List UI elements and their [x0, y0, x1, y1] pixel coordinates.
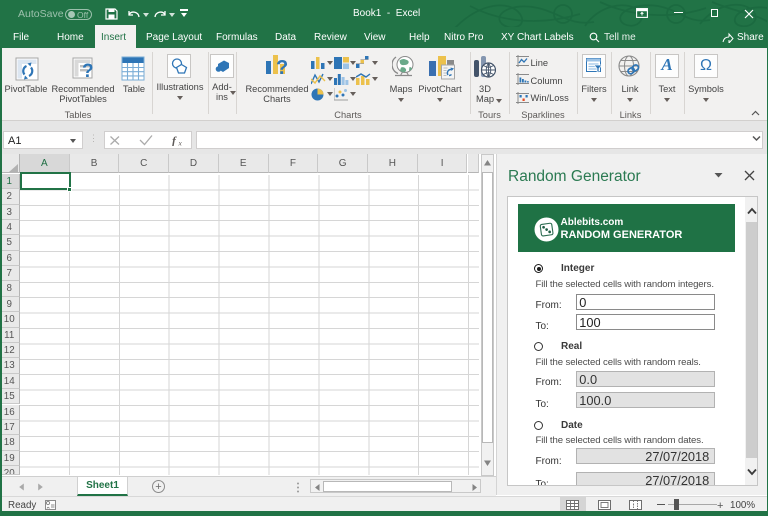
svg-text:x: x [178, 139, 183, 147]
svg-text:f: f [172, 136, 177, 147]
svg-text:?: ? [82, 61, 94, 81]
svg-text:?: ? [276, 57, 288, 77]
